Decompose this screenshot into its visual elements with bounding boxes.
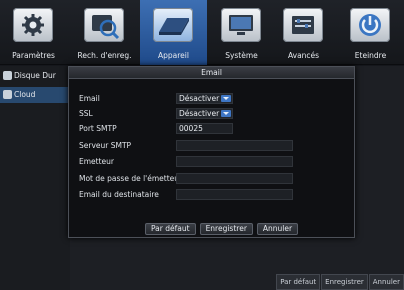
cloud-icon: [3, 90, 12, 99]
sidebar-item-cloud[interactable]: Cloud: [0, 87, 70, 103]
nav-label: Avancés: [287, 51, 320, 60]
nav-item-rech-enreg[interactable]: Rech. d'enreg.: [71, 0, 138, 65]
nav-label: Paramètres: [12, 51, 55, 60]
nav-label: Appareil: [158, 51, 189, 60]
sidebar: Disque Dur Cloud: [0, 66, 70, 290]
sidebar-item-disque-dur[interactable]: Disque Dur: [0, 68, 70, 84]
gear-icon: [13, 8, 53, 42]
smtp-port-input[interactable]: 00025: [176, 123, 233, 134]
sender-label: Emetteur: [79, 157, 114, 166]
dialog-default-button[interactable]: Par défaut: [145, 223, 196, 235]
ssl-label: SSL: [79, 109, 93, 118]
nav-label: Rech. d'enreg.: [77, 51, 132, 60]
chevron-down-icon: [221, 95, 231, 102]
recipient-email-input[interactable]: [176, 189, 293, 200]
sender-input[interactable]: [176, 156, 293, 167]
sender-password-label: Mot de passe de l'émetteur: [79, 174, 183, 183]
dialog-save-button[interactable]: Enregistrer: [199, 223, 253, 235]
nav-item-eteindre[interactable]: Eteindre: [337, 0, 404, 65]
nav-item-systeme[interactable]: Système: [208, 0, 275, 65]
power-icon: [350, 8, 390, 42]
email-dialog: Email Email Désactiver SSL Désactiver Po…: [68, 66, 355, 238]
cancel-button[interactable]: Annuler: [368, 274, 404, 290]
nav-item-parametres[interactable]: Paramètres: [0, 0, 67, 65]
smtp-port-value: 00025: [179, 124, 203, 133]
bottom-toolbar: Par défaut Enregistrer Annuler: [276, 274, 404, 290]
nav-label: Système: [225, 51, 258, 60]
email-select-value: Désactiver: [179, 94, 220, 103]
dialog-title: Email: [69, 67, 354, 79]
search-icon: [84, 8, 124, 42]
smtp-server-input[interactable]: [176, 140, 293, 151]
disk-icon: [3, 71, 12, 80]
smtp-server-label: Serveur SMTP: [79, 141, 132, 150]
settings-panel-icon: [283, 8, 323, 42]
sidebar-item-label: Disque Dur: [14, 71, 56, 80]
smtp-port-label: Port SMTP: [79, 124, 117, 133]
top-navigation: Paramètres Rech. d'enreg. Appareil Systè…: [0, 0, 404, 65]
dialog-cancel-button[interactable]: Annuler: [256, 223, 299, 235]
recipient-email-label: Email du destinataire: [79, 190, 159, 199]
sender-password-input[interactable]: [176, 173, 293, 184]
nav-item-avances[interactable]: Avancés: [270, 0, 337, 65]
hard-drive-icon: [153, 8, 193, 42]
monitor-icon: [221, 8, 261, 42]
ssl-select-value: Désactiver: [179, 109, 220, 118]
email-select[interactable]: Désactiver: [176, 93, 233, 104]
email-label: Email: [79, 94, 100, 103]
ssl-select[interactable]: Désactiver: [176, 108, 233, 119]
chevron-down-icon: [221, 110, 231, 117]
save-button[interactable]: Enregistrer: [321, 274, 368, 290]
dialog-buttons: Par défaut Enregistrer Annuler: [145, 223, 299, 235]
sidebar-item-label: Cloud: [14, 90, 36, 99]
nav-item-appareil[interactable]: Appareil: [140, 0, 207, 65]
nav-label: Eteindre: [354, 51, 387, 60]
default-button[interactable]: Par défaut: [276, 274, 321, 290]
